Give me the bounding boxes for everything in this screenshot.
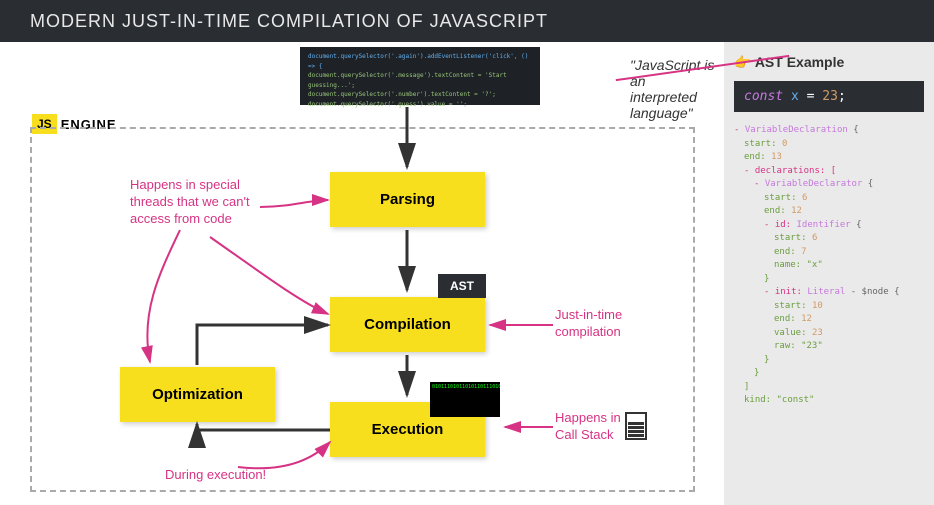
header: MODERN JUST-IN-TIME COMPILATION OF JAVAS… xyxy=(0,0,934,42)
stage-parsing: Parsing xyxy=(330,172,485,227)
main-content: document.querySelector('.again').addEven… xyxy=(0,42,934,505)
note-callstack: Happens in Call Stack xyxy=(555,410,645,444)
page-title: MODERN JUST-IN-TIME COMPILATION OF JAVAS… xyxy=(30,11,548,32)
ast-example-title: AST Example xyxy=(734,54,924,71)
ast-tree: - VariableDeclaration {start: 0end: 13- … xyxy=(734,124,924,408)
diagram-area: document.querySelector('.again').addEven… xyxy=(0,42,724,505)
note-during: During execution! xyxy=(165,467,266,484)
note-jit: Just-in-time compilation xyxy=(555,307,685,341)
binary-code-box: 0101110101101011011101011010110101101010… xyxy=(430,382,500,417)
ast-badge: AST xyxy=(438,274,486,298)
ast-code-sample: const x = 23; xyxy=(734,81,924,112)
ast-sidebar: AST Example const x = 23; - VariableDecl… xyxy=(724,42,934,505)
source-code-box: document.querySelector('.again').addEven… xyxy=(300,47,540,105)
note-threads: Happens in special threads that we can't… xyxy=(130,177,270,228)
stage-compilation: Compilation xyxy=(330,297,485,352)
stage-optimization: Optimization xyxy=(120,367,275,422)
